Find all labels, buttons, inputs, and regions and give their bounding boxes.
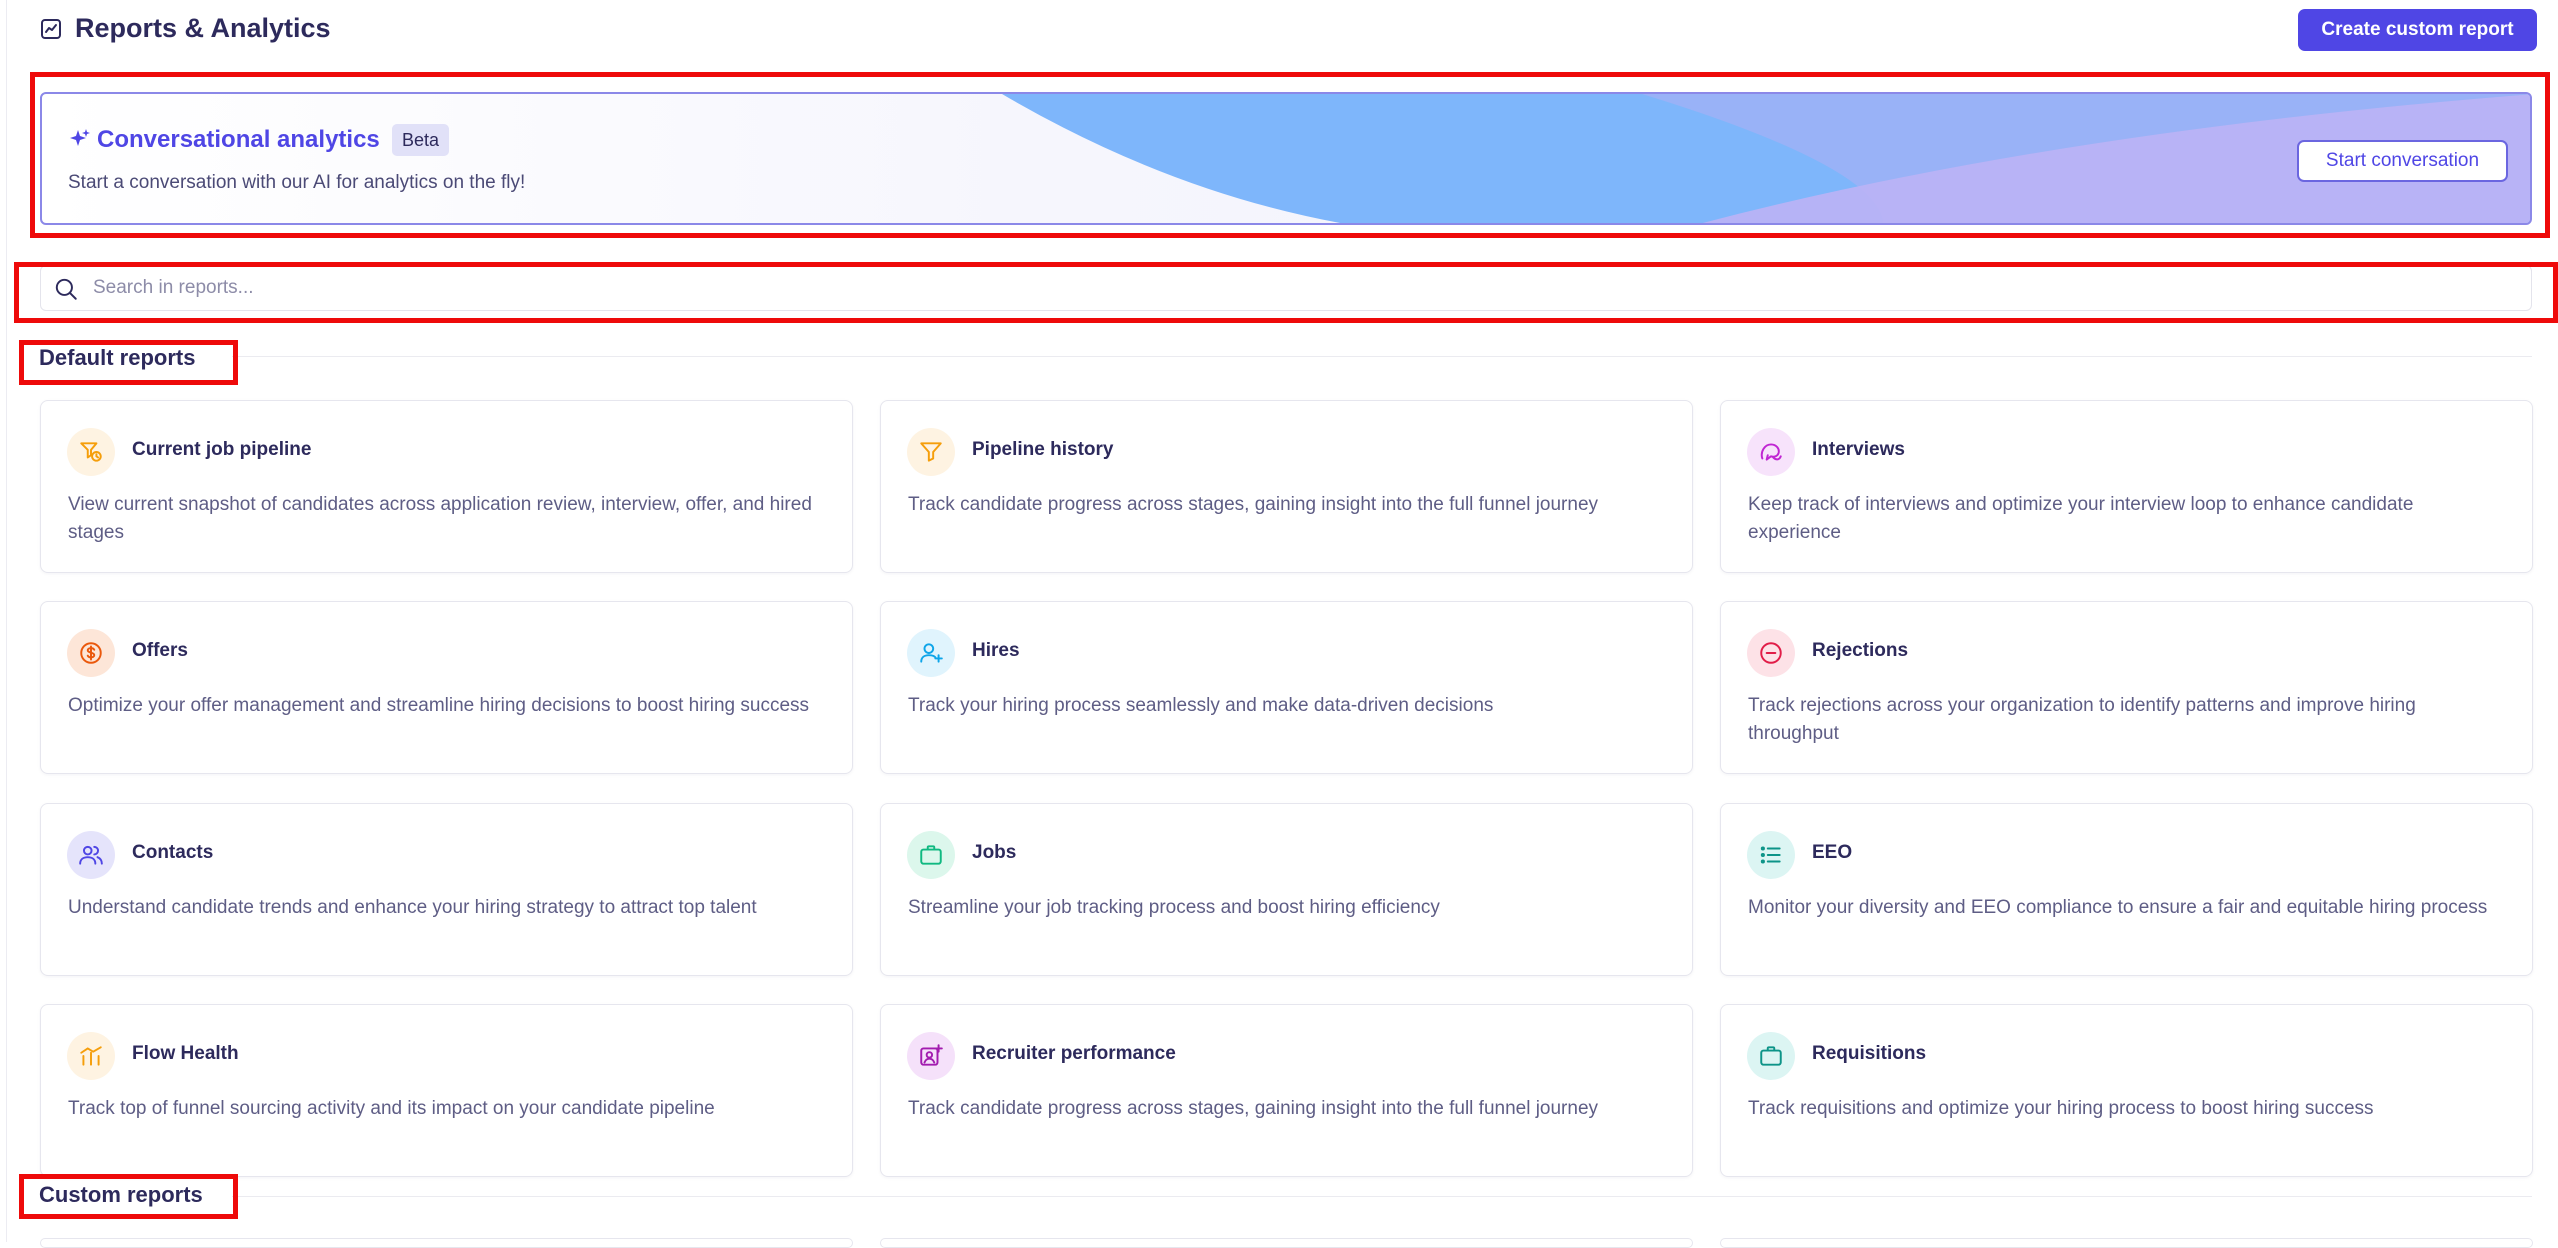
minus-circle-icon xyxy=(1747,629,1795,677)
report-card-jobs[interactable]: Jobs Streamline your job tracking process… xyxy=(880,803,1693,976)
report-card-description: Optimize your offer management and strea… xyxy=(68,695,810,716)
banner-decoration xyxy=(1002,94,2530,223)
custom-report-card[interactable] xyxy=(880,1238,1693,1248)
recruiter-icon xyxy=(907,1032,955,1080)
chat-bubbles-icon xyxy=(1747,428,1795,476)
left-border xyxy=(6,0,7,1242)
report-card-description: Keep track of interviews and optimize yo… xyxy=(1748,494,2414,543)
report-card-title: Rejections xyxy=(1812,640,1909,661)
report-card-title: EEO xyxy=(1812,842,1853,863)
report-card-interviews[interactable]: Interviews Keep track of interviews and o… xyxy=(1720,400,2533,573)
conversational-analytics-banner: Conversational analytics Beta Start a co… xyxy=(40,92,2532,225)
chart-icon xyxy=(41,19,61,39)
report-card-description: Track candidate progress across stages, … xyxy=(908,494,1599,515)
beta-badge: Beta xyxy=(392,124,450,156)
report-card-description: Understand candidate trends and enhance … xyxy=(68,897,757,918)
report-card-recruiter-performance[interactable]: Recruiter performance Track candidate pro… xyxy=(880,1004,1693,1177)
report-card-rejections[interactable]: Rejections Track rejections across your o… xyxy=(1720,601,2533,774)
sparkle-icon xyxy=(70,129,90,146)
list-icon xyxy=(1747,831,1795,879)
report-card-title: Interviews xyxy=(1812,439,1905,460)
start-conversation-button[interactable]: Start conversation xyxy=(2297,140,2508,182)
report-card-pipeline-history[interactable]: Pipeline history Track candidate progress… xyxy=(880,400,1693,573)
custom-reports-title: Custom reports xyxy=(39,1182,203,1207)
report-card-description: Streamline your job tracking process and… xyxy=(908,897,1440,918)
report-card-description: Track rejections across your organizatio… xyxy=(1748,695,2416,744)
funnel-icon xyxy=(907,428,955,476)
section-divider xyxy=(232,356,2532,357)
report-card-hires[interactable]: Hires Track your hiring process seamlessl… xyxy=(880,601,1693,774)
flow-chart-icon xyxy=(67,1032,115,1080)
report-card-title: Jobs xyxy=(972,842,1017,863)
report-card-title: Flow Health xyxy=(132,1043,239,1064)
page-title: Reports & Analytics xyxy=(75,13,331,43)
custom-report-card[interactable] xyxy=(1720,1238,2533,1248)
report-card-description: View current snapshot of candidates acro… xyxy=(68,494,812,543)
users-icon xyxy=(67,831,115,879)
create-custom-report-button[interactable]: Create custom report xyxy=(2298,9,2537,51)
briefcase-icon xyxy=(907,831,955,879)
search-input[interactable] xyxy=(93,272,2493,304)
report-card-title: Hires xyxy=(972,640,1020,661)
report-card-flow-health[interactable]: Flow Health Track top of funnel sourcing … xyxy=(40,1004,853,1177)
report-card-description: Track top of funnel sourcing activity an… xyxy=(68,1098,715,1119)
report-card-title: Requisitions xyxy=(1812,1043,1927,1064)
report-card-eeo[interactable]: EEO Monitor your diversity and EEO compli… xyxy=(1720,803,2533,976)
user-plus-icon xyxy=(907,629,955,677)
report-card-title: Current job pipeline xyxy=(132,439,312,460)
briefcase-icon xyxy=(1747,1032,1795,1080)
section-divider xyxy=(232,1196,2532,1197)
custom-report-card[interactable] xyxy=(40,1238,853,1248)
report-card-title: Offers xyxy=(132,640,188,661)
default-reports-title: Default reports xyxy=(39,345,196,370)
search-bar xyxy=(40,265,2532,311)
banner-subtitle: Start a conversation with our AI for ana… xyxy=(68,172,526,193)
report-card-title: Pipeline history xyxy=(972,439,1114,460)
report-card-requisitions[interactable]: Requisitions Track requisitions and optim… xyxy=(1720,1004,2533,1177)
dollar-circle-icon xyxy=(67,629,115,677)
page-header: Reports & Analytics Create custom report xyxy=(0,0,2558,60)
report-card-contacts[interactable]: Contacts Understand candidate trends and … xyxy=(40,803,853,976)
report-card-current-job-pipeline[interactable]: Current job pipeline View current snapsho… xyxy=(40,400,853,573)
funnel-clock-icon xyxy=(67,428,115,476)
report-card-offers[interactable]: Offers Optimize your offer management and… xyxy=(40,601,853,774)
report-card-description: Track candidate progress across stages, … xyxy=(908,1098,1599,1119)
report-card-description: Monitor your diversity and EEO complianc… xyxy=(1748,897,2488,918)
search-icon xyxy=(55,278,77,300)
report-card-title: Recruiter performance xyxy=(972,1043,1176,1064)
report-card-title: Contacts xyxy=(132,842,214,863)
banner-title: Conversational analytics xyxy=(97,126,380,153)
report-card-description: Track requisitions and optimize your hir… xyxy=(1748,1098,2374,1119)
report-card-description: Track your hiring process seamlessly and… xyxy=(908,695,1494,716)
